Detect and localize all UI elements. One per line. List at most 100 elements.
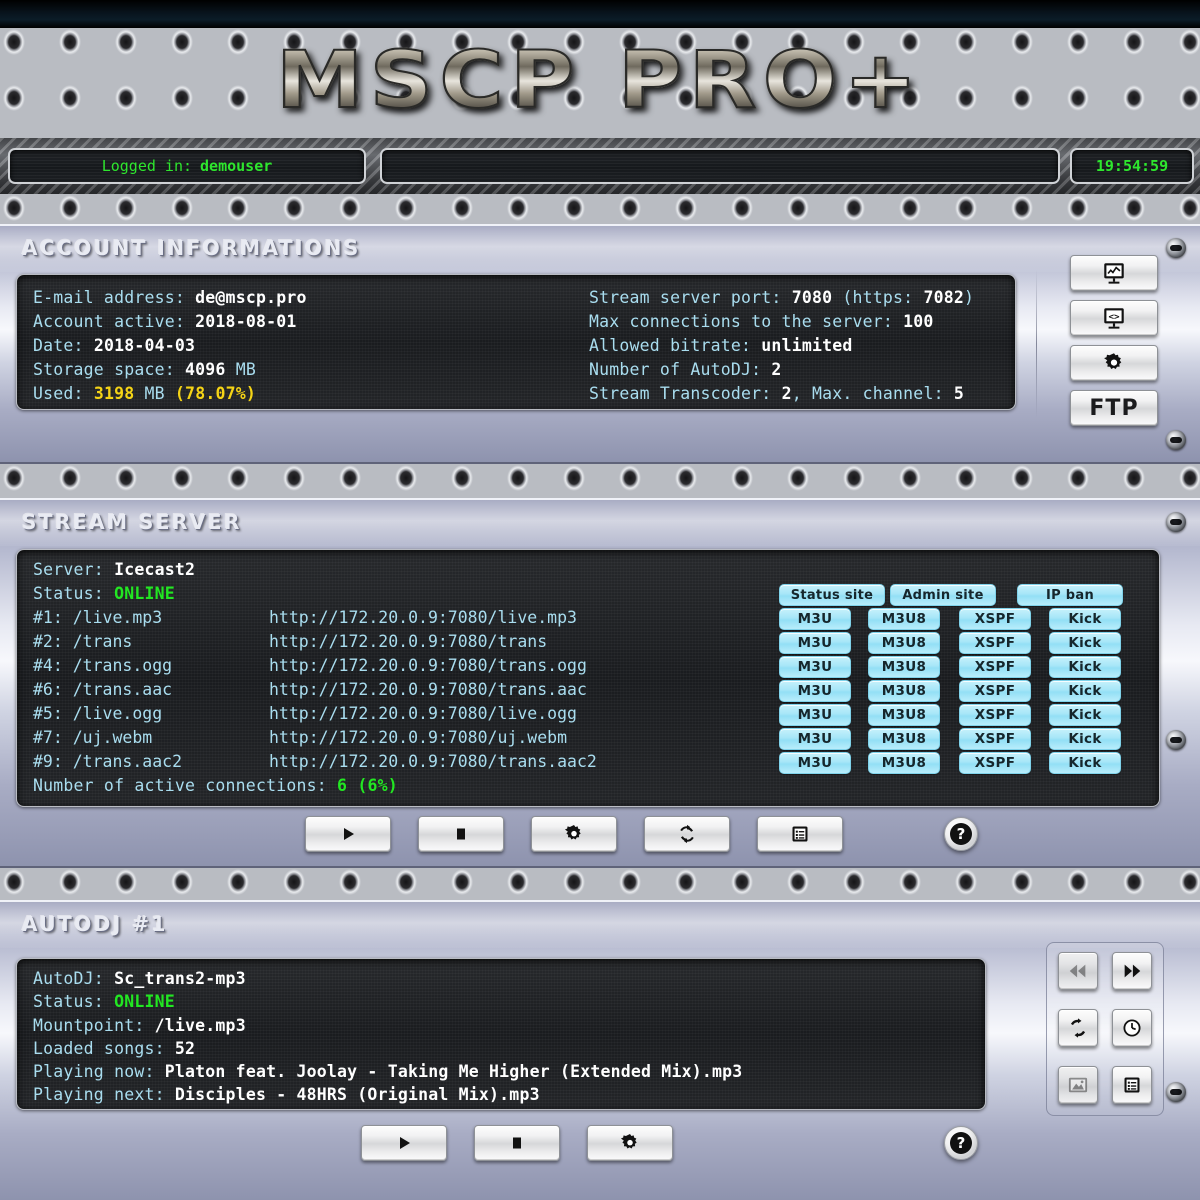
kick-button[interactable]: Kick: [1049, 728, 1121, 750]
mount-row: #2: /trans: [33, 632, 133, 651]
mount-path: /trans.ogg: [72, 656, 173, 675]
autodj-help-button[interactable]: ?: [944, 1126, 978, 1160]
autodj-stop-button[interactable]: [474, 1125, 560, 1161]
stream-port-line: Stream server port: 7080 (https: 7082): [589, 288, 975, 307]
m3u8-button[interactable]: M3U8: [868, 656, 940, 678]
screw-decoration: [1166, 238, 1186, 258]
m3u-button[interactable]: M3U: [779, 728, 851, 750]
m3u8-button[interactable]: M3U8: [868, 608, 940, 630]
autodj-schedule-button[interactable]: [1112, 1009, 1152, 1047]
active-connections-line: Number of active connections: 6 (6%): [33, 776, 398, 795]
refresh-icon: [676, 823, 698, 845]
m3u-button[interactable]: M3U: [779, 656, 851, 678]
mount-url[interactable]: http://172.20.0.9:7080/trans.ogg: [269, 656, 587, 675]
m3u-button[interactable]: M3U: [779, 680, 851, 702]
m3u-button[interactable]: M3U: [779, 632, 851, 654]
app-logo: MSCP PRO+: [0, 35, 1200, 127]
stream-stop-button[interactable]: [418, 816, 504, 852]
kick-button[interactable]: Kick: [1049, 752, 1121, 774]
kick-button[interactable]: Kick: [1049, 704, 1121, 726]
autodj-playlist-button[interactable]: [1112, 1066, 1152, 1104]
xspf-button[interactable]: XSPF: [959, 752, 1031, 774]
mount-url[interactable]: http://172.20.0.9:7080/live.mp3: [269, 608, 577, 627]
stream-settings-button[interactable]: [531, 816, 617, 852]
autodj-reload-button[interactable]: [1058, 1009, 1098, 1047]
mount-url[interactable]: http://172.20.0.9:7080/uj.webm: [269, 728, 567, 747]
max-connections-value: 100: [903, 312, 934, 331]
admin-site-button[interactable]: Admin site: [890, 584, 996, 606]
autodj-console: AutoDJ: Sc_trans2-mp3 Status: ONLINE Mou…: [16, 958, 986, 1110]
kick-button[interactable]: Kick: [1049, 680, 1121, 702]
m3u-button[interactable]: M3U: [779, 704, 851, 726]
embed-code-button[interactable]: <>: [1070, 300, 1158, 336]
autodj-playing-now-line: Playing now: Platon feat. Joolay - Takin…: [33, 1062, 743, 1081]
autodj-count-line: Number of AutoDJ: 2: [589, 360, 782, 379]
autodj-prev-button[interactable]: [1058, 952, 1098, 990]
autodj-next-button[interactable]: [1112, 952, 1152, 990]
mount-url[interactable]: http://172.20.0.9:7080/trans: [269, 632, 547, 651]
clock-time: 19:54:59: [1095, 157, 1169, 175]
mount-row: #6: /trans.aac: [33, 680, 173, 699]
statistics-button[interactable]: [1070, 255, 1158, 291]
stream-start-button[interactable]: [305, 816, 391, 852]
xspf-button[interactable]: XSPF: [959, 680, 1031, 702]
mount-url[interactable]: http://172.20.0.9:7080/trans.aac2: [269, 752, 597, 771]
stream-log-button[interactable]: [757, 816, 843, 852]
autodj-playing-next-line: Playing next: Disciples - 48HRS (Origina…: [33, 1085, 540, 1104]
panel-divider: [1036, 270, 1037, 418]
screw-decoration: [1166, 730, 1186, 750]
prev-double-icon: [1067, 962, 1089, 980]
server-status-line: Status: ONLINE: [33, 584, 175, 603]
question-mark-icon: ?: [950, 823, 972, 845]
ftp-button[interactable]: FTP: [1070, 390, 1158, 426]
active-connections-value: 6: [337, 776, 348, 795]
kick-button[interactable]: Kick: [1049, 632, 1121, 654]
server-type-value: Icecast2: [114, 560, 196, 579]
account-storage-line: Storage space: 4096 MB: [33, 360, 256, 379]
autodj-playing-next-value: Disciples - 48HRS (Original Mix).mp3: [174, 1085, 540, 1104]
mount-row: #7: /uj.webm: [33, 728, 153, 747]
kick-button[interactable]: Kick: [1049, 608, 1121, 630]
account-email-line: E-mail address: de@mscp.pro: [33, 288, 307, 307]
stream-server-console: Server: Icecast2 Status: ONLINE #1: /liv…: [16, 549, 1160, 807]
xspf-button[interactable]: XSPF: [959, 728, 1031, 750]
clock-icon: [1121, 1017, 1143, 1039]
m3u8-button[interactable]: M3U8: [868, 632, 940, 654]
account-settings-button[interactable]: [1070, 345, 1158, 381]
status-site-button[interactable]: Status site: [779, 584, 885, 606]
server-status-value: ONLINE: [114, 584, 175, 603]
autodj-start-button[interactable]: [361, 1125, 447, 1161]
window-top-bar: [0, 0, 1200, 28]
xspf-button[interactable]: XSPF: [959, 632, 1031, 654]
mount-path: /trans: [72, 632, 133, 651]
image-icon: [1067, 1075, 1089, 1095]
ip-ban-button[interactable]: IP ban: [1017, 584, 1123, 606]
autodj-settings-button[interactable]: [587, 1125, 673, 1161]
stream-help-button[interactable]: ?: [944, 817, 978, 851]
xspf-button[interactable]: XSPF: [959, 704, 1031, 726]
question-mark-icon: ?: [950, 1132, 972, 1154]
message-ticker-display: [380, 148, 1060, 184]
autodj-panel: AUTODJ #1 AutoDJ: Sc_trans2-mp3 Status: …: [0, 900, 1200, 1200]
stream-https-port-value: 7082: [923, 288, 964, 307]
m3u8-button[interactable]: M3U8: [868, 752, 940, 774]
mount-url[interactable]: http://172.20.0.9:7080/trans.aac: [269, 680, 587, 699]
m3u-button[interactable]: M3U: [779, 752, 851, 774]
xspf-button[interactable]: XSPF: [959, 656, 1031, 678]
chart-monitor-icon: [1101, 260, 1127, 286]
transcoder-line: Stream Transcoder: 2, Max. channel: 5: [589, 384, 964, 403]
account-storage-value: 4096: [185, 360, 226, 379]
xspf-button[interactable]: XSPF: [959, 608, 1031, 630]
stream-restart-button[interactable]: [644, 816, 730, 852]
autodj-status-line: Status: ONLINE: [33, 992, 175, 1011]
kick-button[interactable]: Kick: [1049, 656, 1121, 678]
gear-icon: [563, 823, 585, 845]
m3u-button[interactable]: M3U: [779, 608, 851, 630]
m3u8-button[interactable]: M3U8: [868, 680, 940, 702]
m3u8-button[interactable]: M3U8: [868, 704, 940, 726]
m3u8-button[interactable]: M3U8: [868, 728, 940, 750]
mount-url[interactable]: http://172.20.0.9:7080/live.ogg: [269, 704, 577, 723]
autodj-cover-button[interactable]: [1058, 1066, 1098, 1104]
gear-icon: [619, 1132, 641, 1154]
screw-decoration: [1166, 430, 1186, 450]
